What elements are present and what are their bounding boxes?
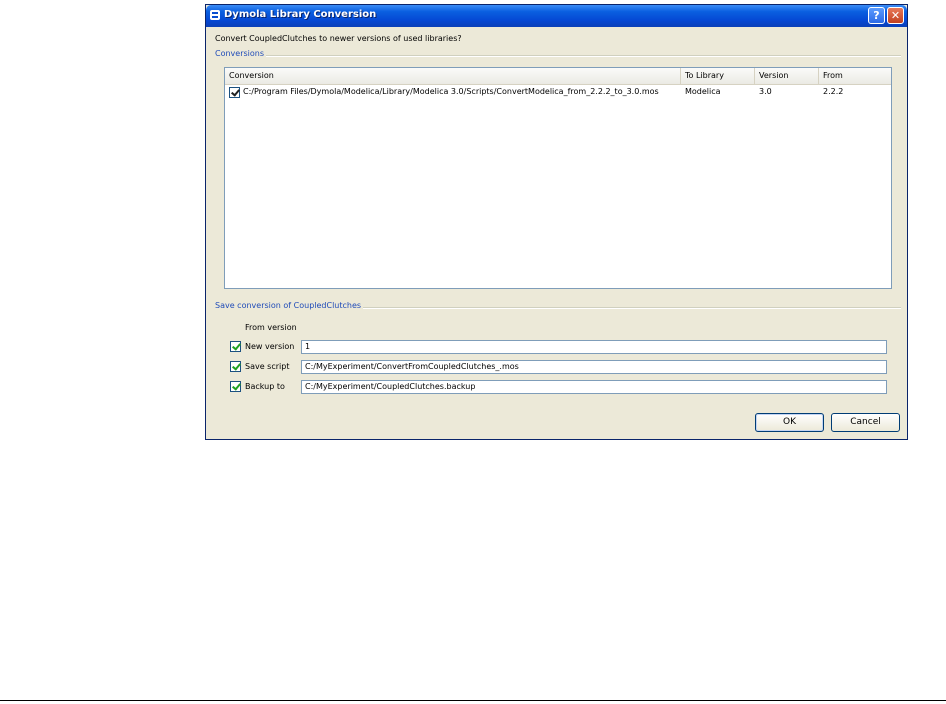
save-script-field[interactable]: C:/MyExperiment/ConvertFromCoupledClutch… [301, 360, 887, 374]
from-version-label: From version [245, 323, 297, 332]
row-checkbox[interactable] [229, 87, 240, 98]
new-version-checkbox[interactable] [230, 341, 241, 352]
conversions-list[interactable]: Conversion To Library Version From C:/Pr… [224, 67, 892, 289]
conversions-group-title: Conversions [215, 49, 267, 58]
conversions-group-divider [215, 55, 901, 57]
cell-from: 2.2.2 [823, 87, 844, 96]
cancel-button[interactable]: Cancel [831, 413, 900, 432]
new-version-field[interactable]: 1 [301, 340, 887, 354]
backup-to-field[interactable]: C:/MyExperiment/CoupledClutches.backup [301, 380, 887, 394]
column-header-version[interactable]: Version [755, 68, 819, 84]
column-header-conversion[interactable]: Conversion [225, 68, 681, 84]
save-script-checkbox[interactable] [230, 361, 241, 372]
new-version-label: New version [245, 342, 295, 351]
cell-conversion: C:/Program Files/Dymola/Modelica/Library… [243, 87, 659, 96]
page-bottom-rule [0, 700, 946, 701]
save-script-label: Save script [245, 362, 290, 371]
backup-to-checkbox[interactable] [230, 381, 241, 392]
column-header-from[interactable]: From [819, 68, 891, 84]
backup-to-label: Backup to [245, 382, 285, 391]
cell-to-library: Modelica [685, 87, 721, 96]
list-header: Conversion To Library Version From [225, 68, 891, 85]
ok-button[interactable]: OK [755, 413, 824, 432]
dymola-app-icon [210, 10, 220, 20]
conversion-prompt: Convert CoupledClutches to newer version… [215, 34, 462, 43]
library-conversion-dialog: Dymola Library Conversion ? ✕ Convert Co… [205, 4, 908, 440]
cell-version: 3.0 [759, 87, 772, 96]
help-button[interactable]: ? [868, 7, 885, 24]
table-row[interactable]: C:/Program Files/Dymola/Modelica/Library… [225, 85, 891, 99]
column-header-to-library[interactable]: To Library [681, 68, 755, 84]
save-group-title: Save conversion of CoupledClutches [215, 301, 364, 310]
window-title: Dymola Library Conversion [224, 9, 377, 20]
title-bar[interactable]: Dymola Library Conversion ? ✕ [206, 5, 907, 27]
close-button[interactable]: ✕ [887, 7, 904, 24]
